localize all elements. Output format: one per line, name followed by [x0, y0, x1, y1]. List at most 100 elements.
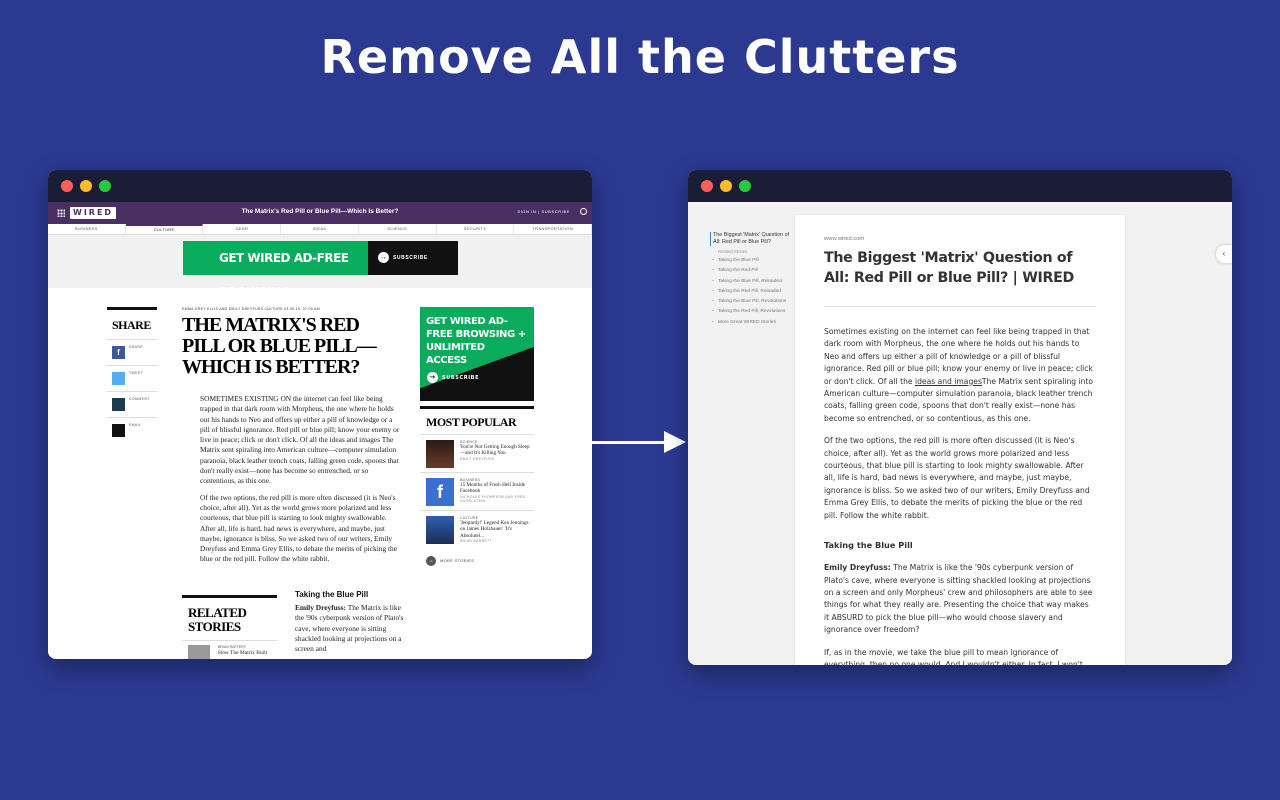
- facebook-icon: f: [112, 346, 125, 359]
- story-thumbnail: [188, 645, 210, 659]
- arrow-right-icon: →: [427, 372, 438, 383]
- section-paragraph: Emily Dreyfuss: The Matrix is like the '…: [295, 603, 405, 654]
- email-icon: [112, 424, 125, 437]
- arrow-line: [592, 441, 666, 444]
- toc-item[interactable]: Taking the Red Pill, Revolutions: [712, 309, 794, 316]
- share-label: SHARE: [129, 345, 144, 349]
- top-ad-area: GET WIRED AD-FREE BROWSING → SUBSCRIBE: [48, 235, 592, 299]
- story-headline: How The Matrix Built: [218, 650, 268, 656]
- story-author: NICHOLAS THOMPSON AND FRED VOGELSTEIN: [460, 494, 526, 503]
- window-titlebar: [688, 170, 1232, 202]
- ad-banner[interactable]: GET WIRED AD-FREE BROWSING → SUBSCRIBE: [183, 241, 458, 299]
- story-thumbnail: [426, 516, 454, 544]
- facebook-logo-thumbnail: f: [426, 478, 454, 506]
- related-story-item[interactable]: BRIAN RAFTERY How The Matrix Built: [182, 640, 277, 659]
- promo-headline: Remove All the Clutters: [320, 30, 960, 84]
- share-facebook[interactable]: f SHARE: [107, 339, 157, 365]
- nav-security[interactable]: SECURITY: [437, 224, 515, 234]
- section-heading: Taking the Blue Pill: [295, 590, 369, 599]
- collapse-chevron-left-icon[interactable]: ‹: [1216, 245, 1232, 263]
- story-author: BRIAN RAFTERY: [218, 645, 246, 649]
- ad-subscribe-button[interactable]: → SUBSCRIBE: [368, 241, 458, 275]
- reader-paragraph: If, as in the movie, we take the blue pi…: [824, 647, 1083, 665]
- more-stories-label: MORE STORIES: [440, 558, 475, 564]
- share-email[interactable]: EMAIL: [107, 417, 157, 443]
- article-byline: EMMA GREY ELLIS AND EMILY DREYFUSS CULTU…: [182, 307, 320, 311]
- share-title: SHARE: [112, 318, 151, 332]
- side-ad[interactable]: GET WIRED AD-FREE BROWSING + UNLIMITED A…: [420, 307, 534, 401]
- toc-item[interactable]: Taking the Red Pill, Reloaded: [712, 289, 794, 296]
- toc-item[interactable]: Taking the Red Pill: [712, 268, 794, 275]
- email-label: EMAIL: [129, 423, 142, 427]
- reader-paragraph: Sometimes existing on the internet can f…: [824, 326, 1096, 425]
- share-twitter[interactable]: TWEET: [107, 365, 157, 391]
- close-window-button[interactable]: [701, 180, 713, 192]
- toc-current-item[interactable]: The Biggest 'Matrix' Question of All: Re…: [710, 232, 794, 246]
- twitter-icon: [112, 372, 125, 385]
- ideas-and-images-link[interactable]: ideas and images: [915, 377, 982, 386]
- reader-view: The Biggest 'Matrix' Question of All: Re…: [688, 202, 1232, 665]
- ad-banner-text: GET WIRED AD-FREE BROWSING: [183, 241, 368, 299]
- comment-label: COMMENT: [129, 397, 150, 401]
- nav-culture[interactable]: CULTURE: [125, 224, 204, 234]
- comment-icon: [112, 398, 125, 411]
- toc-subitem[interactable]: Related Stories: [718, 249, 794, 254]
- ad-subscribe-label: SUBSCRIBE: [393, 255, 428, 261]
- nav-science[interactable]: SCIENCE: [359, 224, 437, 234]
- before-browser-window: WIRED The Matrix's Red Pill or Blue Pill…: [48, 170, 592, 659]
- most-popular-item[interactable]: SCIENCE You're Not Getting Enough Sleep—…: [420, 434, 534, 472]
- share-column: SHARE f SHARE TWEET COMMENT EMAIL: [107, 307, 157, 443]
- minimize-window-button[interactable]: [720, 180, 732, 192]
- arrow-right-icon: →: [378, 252, 389, 264]
- search-icon[interactable]: [580, 208, 587, 215]
- toc-item[interactable]: Taking the Blue Pill, Reloaded: [712, 279, 794, 286]
- nav-business[interactable]: BUSINESS: [48, 224, 126, 234]
- source-url: www.wired.com: [824, 236, 865, 242]
- arrow-head-icon: [664, 431, 686, 453]
- story-headline: 15 Months of Fresh Hell Inside Facebook: [460, 482, 525, 495]
- side-ad-subscribe-button[interactable]: → SUBSCRIBE: [427, 372, 479, 385]
- toc-item[interactable]: Taking the Blue Pill: [712, 258, 794, 265]
- more-stories-link[interactable]: → MORE STORIES: [426, 556, 534, 566]
- minimize-window-button[interactable]: [80, 180, 92, 192]
- story-thumbnail: [426, 440, 454, 468]
- divider: [182, 595, 277, 598]
- section-nav: BUSINESS CULTURE GEAR IDEAS SCIENCE SECU…: [48, 224, 592, 235]
- maximize-window-button[interactable]: [739, 180, 751, 192]
- most-popular-title: MOST POPULAR: [426, 415, 517, 429]
- speaker-name: Emily Dreyfuss:: [295, 603, 346, 612]
- divider: [420, 406, 534, 409]
- close-window-button[interactable]: [61, 180, 73, 192]
- divider: [824, 306, 1096, 307]
- article-area: SHARE f SHARE TWEET COMMENT EMAIL EMMA G…: [48, 288, 592, 659]
- story-headline: You're Not Getting Enough Sleep—and It's…: [460, 444, 530, 457]
- article-paragraph: SOMETIMES EXISTING ON the internet can f…: [200, 394, 400, 486]
- sign-in-subscribe-links[interactable]: SIGN IN | SUBSCRIBE: [517, 209, 570, 214]
- article-main: EMMA GREY ELLIS AND EMILY DREYFUSS CULTU…: [182, 307, 402, 571]
- window-titlebar: [48, 170, 592, 202]
- nav-gear[interactable]: GEAR: [203, 224, 282, 234]
- related-stories-title: RELATED STORIES: [188, 605, 247, 634]
- article-paragraph: Of the two options, the red pill is more…: [200, 492, 398, 564]
- arrow-right-icon: →: [426, 556, 436, 566]
- nav-ideas[interactable]: IDEAS: [281, 224, 359, 234]
- wired-header: WIRED The Matrix's Red Pill or Blue Pill…: [48, 202, 592, 224]
- most-popular-item[interactable]: CULTURE 'Jeopardy!' Legend Ken Jennings …: [420, 510, 534, 548]
- toc-item[interactable]: Taking the Blue Pill, Revolutions: [712, 299, 794, 306]
- nav-transportation[interactable]: TRANSPORTATION: [514, 224, 592, 234]
- side-ad-text: GET WIRED AD-FREE BROWSING + UNLIMITED A…: [426, 316, 526, 366]
- paragraph-text: The Matrix is like the '90s cyberpunk ve…: [824, 563, 1093, 635]
- story-author: EMILY DREYFUSS: [460, 456, 495, 461]
- side-ad-subscribe-label: SUBSCRIBE: [442, 375, 480, 381]
- table-of-contents: The Biggest 'Matrix' Question of All: Re…: [710, 232, 794, 326]
- header-article-title: The Matrix's Red Pill or Blue Pill—Which…: [241, 208, 399, 215]
- toc-item[interactable]: More Great WIRED Stories: [712, 320, 794, 327]
- story-author: BRIAN BARRETT: [460, 538, 492, 543]
- maximize-window-button[interactable]: [99, 180, 111, 192]
- most-popular-item[interactable]: f BUSINESS 15 Months of Fresh Hell Insid…: [420, 472, 534, 510]
- share-comment[interactable]: COMMENT: [107, 391, 157, 417]
- story-headline: 'Jeopardy!' Legend Ken Jennings on James…: [460, 520, 529, 539]
- reader-paragraph: Emily Dreyfuss: The Matrix is like the '…: [824, 562, 1096, 636]
- blue-pill-section: Taking the Blue Pill Emily Dreyfuss: The…: [295, 590, 405, 654]
- tweet-label: TWEET: [129, 371, 144, 375]
